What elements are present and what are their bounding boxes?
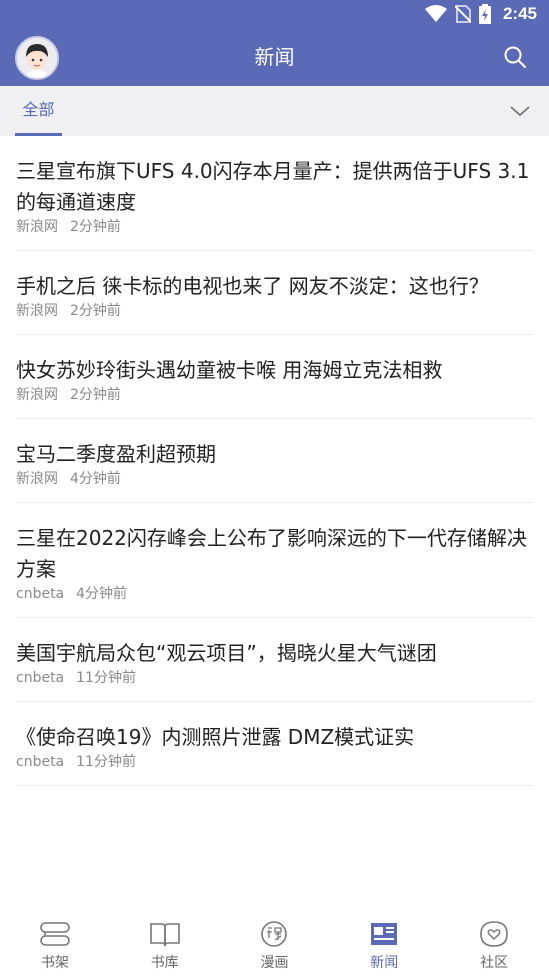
news-source: 新浪网	[16, 471, 58, 487]
nav-label-bookshelf: 书架	[40, 955, 69, 971]
heart-chat-icon	[480, 921, 508, 947]
news-source: 新浪网	[16, 303, 58, 319]
nav-item-library[interactable]: 书库	[110, 906, 220, 978]
nav-label-library: 书库	[150, 955, 179, 971]
news-item[interactable]: 三星宣布旗下UFS 4.0闪存本月量产：提供两倍于UFS 3.1的每通道速度 新…	[16, 136, 533, 251]
news-time: 2分钟前	[70, 387, 121, 403]
news-meta: 新浪网 2分钟前	[16, 386, 533, 404]
nav-item-bookshelf[interactable]: 书架	[0, 906, 110, 978]
news-meta: 新浪网 4分钟前	[16, 470, 533, 488]
nav-item-news[interactable]: 新闻	[329, 906, 439, 978]
news-title: 《使命召唤19》内测照片泄露 DMZ模式证实	[16, 725, 415, 749]
news-time: 11分钟前	[76, 754, 136, 770]
news-time: 2分钟前	[70, 219, 121, 235]
newspaper-icon	[371, 923, 398, 945]
news-title: 三星宣布旗下UFS 4.0闪存本月量产：提供两倍于UFS 3.1的每通道速度	[16, 159, 530, 214]
news-source: cnbeta	[16, 586, 65, 602]
news-meta: 新浪网 2分钟前	[16, 302, 533, 320]
tab-all[interactable]: 全部	[15, 86, 62, 136]
bottom-nav: 书架 书库 漫画 新闻 社区	[0, 906, 549, 978]
nav-item-community[interactable]: 社区	[439, 906, 549, 978]
no-sim-icon	[454, 5, 471, 23]
news-item[interactable]: 快女苏妙玲街头遇幼童被卡喉 用海姆立克法相救 新浪网 2分钟前	[16, 335, 533, 419]
battery-icon	[478, 4, 491, 24]
news-meta: cnbeta 4分钟前	[16, 585, 533, 603]
news-source: cnbeta	[16, 670, 65, 686]
bookshelf-icon	[40, 922, 70, 946]
news-title: 美国宇航局众包“观云项目”，揭晓火星大气谜团	[16, 641, 437, 665]
open-book-icon	[149, 923, 180, 947]
news-time: 4分钟前	[76, 586, 128, 602]
news-title: 手机之后 徕卡标的电视也来了 网友不淡定：这也行？	[16, 274, 489, 298]
nav-label-news: 新闻	[370, 955, 399, 971]
news-time: 11分钟前	[76, 670, 136, 686]
news-item[interactable]: 美国宇航局众包“观云项目”，揭晓火星大气谜团 cnbeta 11分钟前	[16, 618, 533, 702]
news-title: 三星在2022闪存峰会上公布了影响深远的下一代存储解决方案	[16, 526, 527, 581]
wifi-icon	[424, 5, 447, 22]
chevron-down-icon[interactable]	[509, 100, 531, 122]
category-tab-bar: 全部	[0, 86, 549, 136]
news-source: 新浪网	[16, 387, 58, 403]
news-time: 4分钟前	[70, 471, 121, 487]
app-bar: 新闻	[0, 28, 549, 86]
nav-label-community: 社区	[480, 955, 509, 971]
news-meta: 新浪网 2分钟前	[16, 218, 533, 236]
news-item[interactable]: 手机之后 徕卡标的电视也来了 网友不淡定：这也行？ 新浪网 2分钟前	[16, 251, 533, 335]
comics-icon	[261, 921, 288, 947]
status-bar: 2:45	[0, 0, 549, 28]
search-icon[interactable]	[503, 45, 527, 69]
news-title: 快女苏妙玲街头遇幼童被卡喉 用海姆立克法相救	[16, 358, 443, 382]
news-title: 宝马二季度盈利超预期	[16, 442, 216, 466]
news-list: 三星宣布旗下UFS 4.0闪存本月量产：提供两倍于UFS 3.1的每通道速度 新…	[0, 136, 549, 786]
status-time: 2:45	[502, 4, 537, 23]
nav-label-comics: 漫画	[260, 955, 289, 971]
news-meta: cnbeta 11分钟前	[16, 669, 533, 687]
tab-all-label: 全部	[22, 100, 55, 119]
nav-item-comics[interactable]: 漫画	[220, 906, 330, 978]
news-item[interactable]: 三星在2022闪存峰会上公布了影响深远的下一代存储解决方案 cnbeta 4分钟前	[16, 503, 533, 618]
news-time: 2分钟前	[70, 303, 121, 319]
news-source: 新浪网	[16, 219, 58, 235]
news-source: cnbeta	[16, 754, 65, 770]
news-meta: cnbeta 11分钟前	[16, 753, 533, 771]
page-title: 新闻	[254, 45, 295, 69]
news-item[interactable]: 《使命召唤19》内测照片泄露 DMZ模式证实 cnbeta 11分钟前	[16, 702, 533, 786]
news-item[interactable]: 宝马二季度盈利超预期 新浪网 4分钟前	[16, 419, 533, 503]
